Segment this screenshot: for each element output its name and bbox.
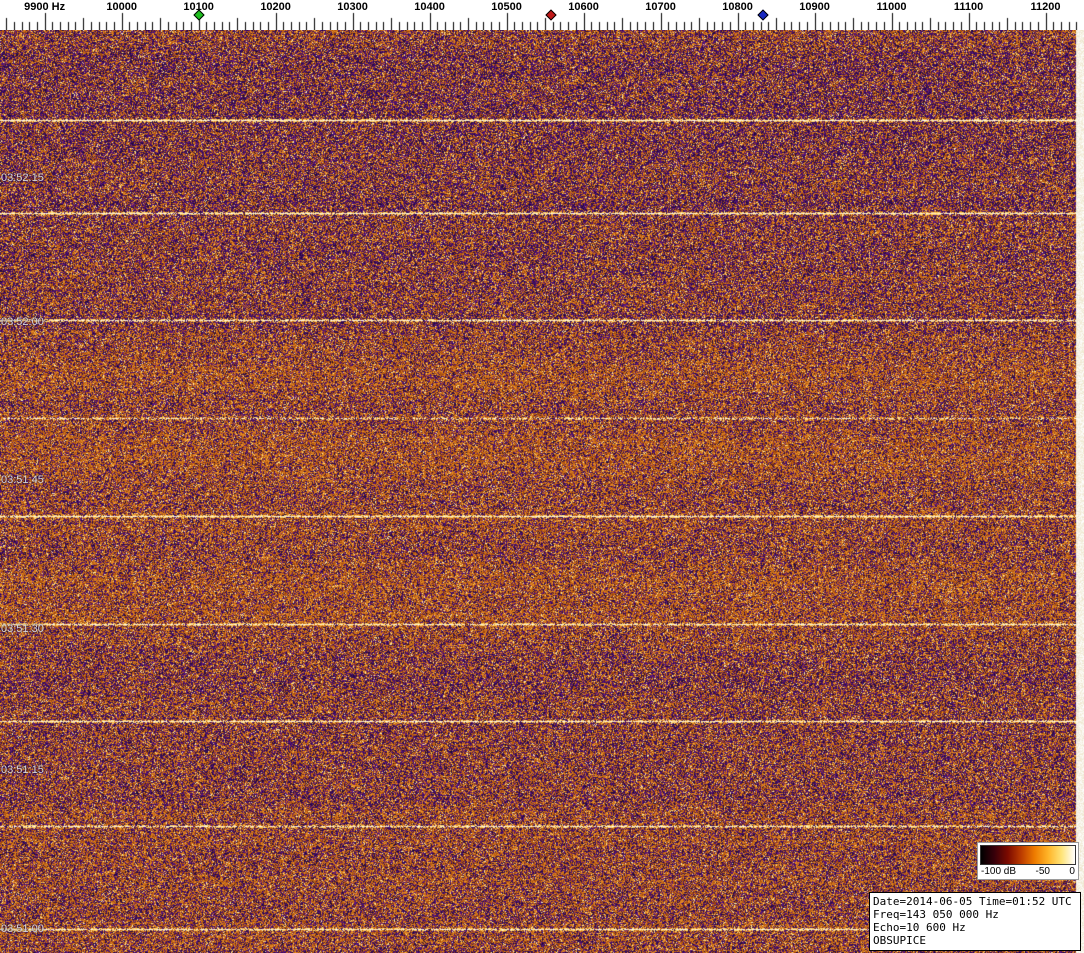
- waterfall-display: 03:52:15 03:52:00 03:51:45 03:51:30 03:51:15…: [0, 30, 1084, 953]
- ruler-freq-label: 11200: [1031, 1, 1061, 13]
- ruler-freq-label: 10400: [414, 1, 445, 13]
- info-date-line: Date=2014-06-05 Time=01:52 UTC: [873, 895, 1080, 908]
- info-echo-line: Echo=10 600 Hz: [873, 921, 1080, 934]
- ruler-freq-label: 10600: [568, 1, 599, 13]
- waterfall-canvas: [0, 30, 1084, 953]
- ruler-freq-label: 10300: [337, 1, 368, 13]
- info-freq-line: Freq=143 050 000 Hz: [873, 908, 1080, 921]
- colorbar-labels: -100 dB -50 0: [980, 865, 1076, 878]
- ruler-freq-label: 10900: [799, 1, 830, 13]
- ruler-freq-label: 10200: [260, 1, 291, 13]
- ruler-freq-label: 9900 Hz: [24, 1, 65, 13]
- info-station-line: OBSUPICE: [873, 934, 1080, 947]
- legend-mid-label: -50: [1036, 865, 1050, 878]
- legend-min-label: -100 dB: [981, 865, 1016, 878]
- frequency-ruler: 9900 Hz 10000 10100 10200 10300 10400 10500 106…: [0, 0, 1084, 30]
- colorbar-legend: -100 dB -50 0: [977, 842, 1079, 880]
- ruler-freq-label: 10700: [645, 1, 676, 13]
- ruler-freq-label: 11100: [954, 1, 983, 13]
- spectrogram-window: 9900 Hz 10000 10100 10200 10300 10400 10500 106…: [0, 0, 1084, 953]
- ruler-freq-label: 10000: [106, 1, 137, 13]
- info-box: Date=2014-06-05 Time=01:52 UTC Freq=143 …: [869, 892, 1081, 951]
- ruler-ticks-canvas: [0, 0, 1084, 30]
- legend-max-label: 0: [1069, 865, 1075, 878]
- ruler-freq-label: 10500: [491, 1, 522, 13]
- ruler-freq-label: 11000: [877, 1, 907, 13]
- ruler-freq-label: 10800: [722, 1, 753, 13]
- colorbar-gradient: [980, 845, 1076, 865]
